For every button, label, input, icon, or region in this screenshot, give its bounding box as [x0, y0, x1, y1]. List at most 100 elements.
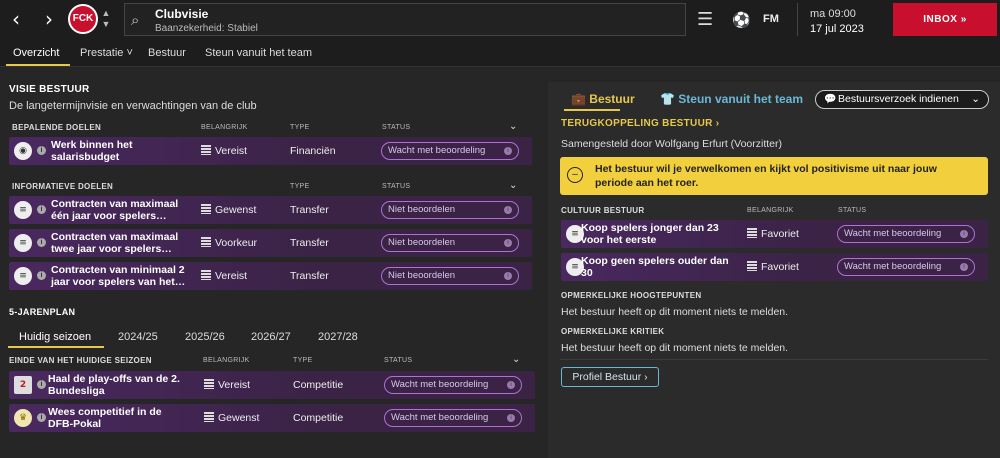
- highlights-title: OPMERKELIJKE HOOGTEPUNTEN: [561, 291, 702, 300]
- info-icon[interactable]: i: [37, 238, 46, 247]
- tab-right-bestuur[interactable]: 💼 Bestuur: [571, 92, 635, 106]
- objective-name: Wees competitief in de DFB-Pokal: [48, 406, 162, 430]
- info-icon[interactable]: i: [37, 413, 46, 422]
- speech-bubble-icon: 💬: [824, 94, 837, 105]
- col-type: TYPE: [293, 357, 313, 364]
- fm-logo[interactable]: FM: [763, 13, 779, 25]
- tab-prestatie[interactable]: Prestatie ˅: [80, 47, 133, 59]
- tab-2026-27[interactable]: 2026/27: [251, 331, 291, 343]
- status-label: Wacht met beoordeling: [388, 145, 486, 156]
- importance: Favoriet: [747, 228, 799, 240]
- col-type: TYPE: [290, 124, 310, 131]
- club-switch-arrows-icon[interactable]: ▲ ▼: [100, 8, 112, 30]
- info-icon[interactable]: i: [37, 146, 46, 155]
- status-badge[interactable]: Wacht met beoordeling i: [837, 258, 975, 276]
- chevron-down-icon[interactable]: ⌄: [512, 354, 520, 365]
- importance: Voorkeur: [201, 237, 257, 249]
- status-label: Wacht met beoordeling: [391, 412, 489, 423]
- col-status: STATUS: [838, 207, 867, 214]
- table-row[interactable]: ≡ Koop spelers jonger dan 23 voor het ee…: [561, 220, 988, 248]
- status-badge[interactable]: Wacht met beoordeling i: [381, 142, 519, 160]
- critique-text: Het bestuur heeft op dit moment niets te…: [561, 342, 789, 354]
- importance-label: Vereist: [215, 270, 248, 282]
- table-row[interactable]: ≡ Koop geen spelers ouder dan 30 Favorie…: [561, 253, 988, 281]
- top-bar: ‹ › FCK ▲ ▼ ⌕ Clubvisie Baanzekerheid: St…: [0, 0, 1000, 39]
- wallet-icon: ◉: [14, 142, 32, 160]
- menu-icon[interactable]: ☰: [697, 9, 713, 30]
- bestuursverzoek-button[interactable]: 💬 Bestuursverzoek indienen ⌄: [815, 90, 989, 109]
- profiel-bestuur-button[interactable]: Profiel Bestuur ›: [561, 367, 659, 387]
- date-display[interactable]: ma 09:00 17 jul 2023: [797, 3, 887, 36]
- info-icon[interactable]: i: [37, 205, 46, 214]
- inbox-label: INBOX: [923, 14, 958, 25]
- forward-button[interactable]: ›: [36, 6, 62, 32]
- status-label: Niet beoordelen: [388, 237, 456, 248]
- importance-bars-icon: [204, 412, 214, 422]
- importance-bars-icon: [204, 379, 214, 389]
- importance: Gewenst: [201, 204, 256, 216]
- importance-label: Vereist: [218, 379, 251, 391]
- info-icon: i: [960, 230, 968, 238]
- col-status: STATUS: [384, 357, 413, 364]
- plan-title: 5-JARENPLAN: [9, 307, 76, 317]
- col-type: TYPE: [290, 183, 310, 190]
- importance: Vereist: [201, 145, 247, 157]
- status-badge[interactable]: Niet beoordelen i: [381, 267, 519, 285]
- info-icon[interactable]: i: [37, 271, 46, 280]
- table-row[interactable]: ≡ i Contracten van maximaal twee jaar vo…: [9, 229, 532, 257]
- importance-label: Gewenst: [215, 204, 257, 216]
- club-logo[interactable]: FCK: [68, 4, 98, 34]
- status-label: Wacht met beoordeling: [391, 379, 489, 390]
- importance: Vereist: [201, 270, 247, 282]
- table-row[interactable]: ≡ i Contracten van minimaal 2 jaar voor …: [9, 262, 532, 290]
- culture-item: Koop spelers jonger dan 23 voor het eers…: [581, 222, 719, 246]
- info-icon[interactable]: i: [37, 380, 46, 389]
- tab-2024-25[interactable]: 2024/25: [118, 331, 158, 343]
- col-status: STATUS: [382, 183, 411, 190]
- tab-overzicht[interactable]: Overzicht: [13, 47, 59, 59]
- tab-bestuur[interactable]: Bestuur: [148, 47, 186, 59]
- status-label: Niet beoordelen: [388, 204, 456, 215]
- back-button[interactable]: ‹: [3, 6, 29, 32]
- objective-type: Competitie: [293, 412, 344, 424]
- football-icon[interactable]: ⚽: [732, 11, 751, 29]
- status-badge[interactable]: Niet beoordelen i: [381, 234, 519, 252]
- tab-right-steun-label: Steun vanuit het team: [678, 92, 803, 106]
- culture-item: Koop geen spelers ouder dan 30: [581, 255, 729, 279]
- plan-header: EINDE VAN HET HUIDIGE SEIZOEN: [9, 356, 152, 365]
- tab-2025-26[interactable]: 2025/26: [185, 331, 225, 343]
- info-icon: i: [504, 272, 512, 280]
- status-badge[interactable]: Wacht met beoordeling i: [384, 376, 522, 394]
- inbox-button[interactable]: INBOX »: [893, 3, 997, 36]
- divider: [560, 359, 988, 360]
- table-row[interactable]: ♛ i Wees competitief in de DFB-Pokal Gew…: [9, 404, 535, 432]
- contract-icon: ≡: [14, 234, 32, 252]
- objective-type: Transfer: [290, 204, 329, 216]
- chevron-down-icon[interactable]: ⌄: [509, 121, 517, 132]
- importance-bars-icon: [201, 270, 211, 280]
- importance-bars-icon: [201, 204, 211, 214]
- tab-2027-28[interactable]: 2027/28: [318, 331, 358, 343]
- tab-right-bestuur-label: Bestuur: [589, 92, 635, 106]
- search-bar[interactable]: ⌕ Clubvisie Baanzekerheid: Stabiel: [124, 3, 686, 36]
- table-row[interactable]: ◉ i Werk binnen het salarisbudget Vereis…: [9, 137, 532, 165]
- objective-type: Transfer: [290, 270, 329, 282]
- table-row[interactable]: ≡ i Contracten van maximaal één jaar voo…: [9, 196, 532, 224]
- feedback-title[interactable]: TERUGKOPPELING BESTUUR ›: [561, 118, 719, 129]
- composed-by: Samengesteld door Wolfgang Erfurt (Voorz…: [561, 138, 782, 150]
- status-badge[interactable]: Niet beoordelen i: [381, 201, 519, 219]
- tab-steun[interactable]: Steun vanuit het team: [205, 47, 312, 59]
- tab-huidig-seizoen[interactable]: Huidig seizoen: [19, 331, 91, 343]
- importance-label: Voorkeur: [215, 237, 258, 249]
- importance-bars-icon: [747, 261, 757, 271]
- bepalend-header: BEPALENDE DOELEN: [12, 123, 102, 132]
- year-tabs: Huidig seizoen 2024/25 2025/26 2026/27 2…: [8, 326, 526, 348]
- dfb-pokal-icon: ♛: [14, 409, 32, 427]
- status-badge[interactable]: Wacht met beoordeling i: [384, 409, 522, 427]
- importance-label: Favoriet: [761, 261, 799, 273]
- chevron-down-icon[interactable]: ⌄: [509, 180, 517, 191]
- objective-name: Contracten van maximaal twee jaar voor s…: [51, 231, 179, 255]
- tab-right-steun[interactable]: 👕 Steun vanuit het team: [660, 92, 803, 106]
- status-badge[interactable]: Wacht met beoordeling i: [837, 225, 975, 243]
- table-row[interactable]: 2 i Haal de play-offs van de 2. Bundesli…: [9, 371, 535, 399]
